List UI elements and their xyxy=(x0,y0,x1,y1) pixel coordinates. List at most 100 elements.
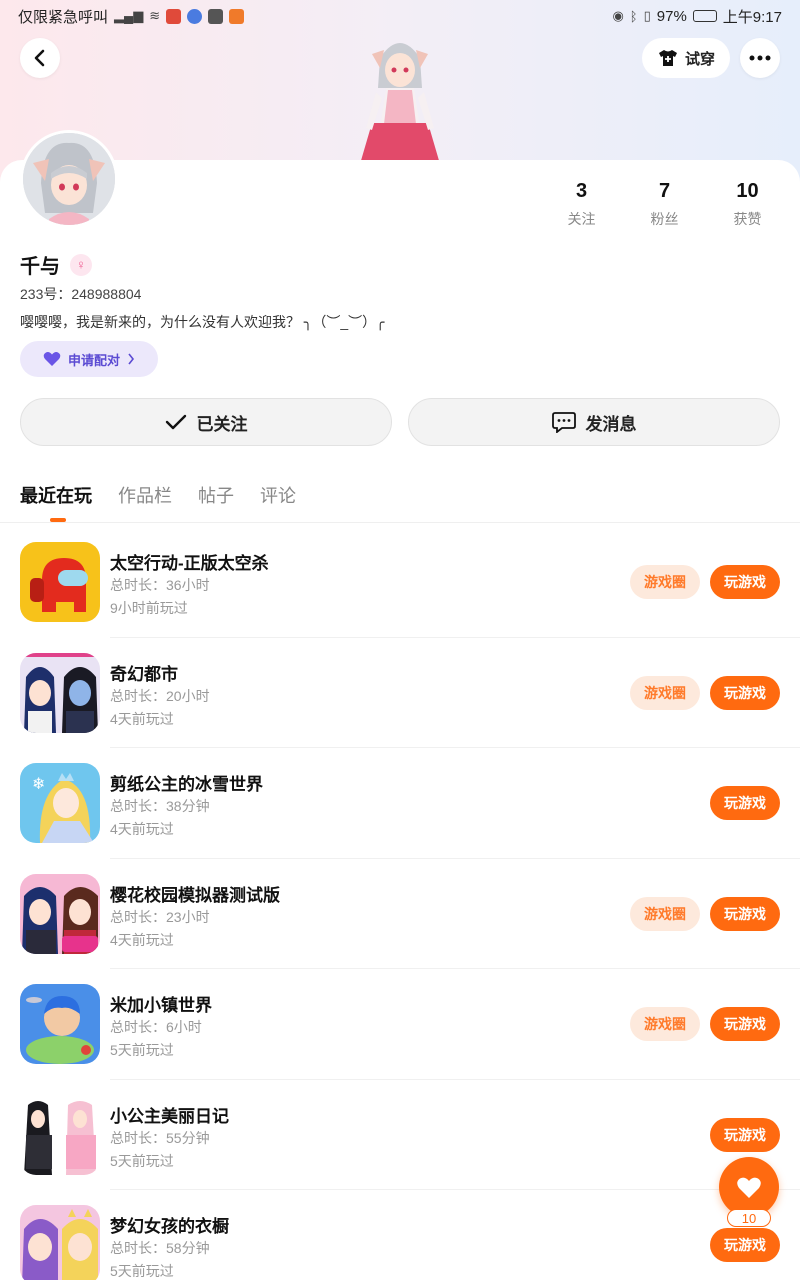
game-title: 樱花校园模拟器测试版 xyxy=(110,885,280,905)
stat-label: 关注 xyxy=(567,211,596,227)
like-count-badge: 10 xyxy=(727,1209,771,1227)
eye-icon: ◉ xyxy=(612,8,624,23)
game-duration: 总时长：36小时 xyxy=(110,577,210,593)
battery-percent: 97% xyxy=(656,7,687,25)
music-app-icon xyxy=(187,8,203,24)
clock: 上午9:17 xyxy=(722,8,782,26)
tryon-button[interactable]: 试穿 xyxy=(642,38,730,78)
more-dots-icon xyxy=(749,55,771,61)
play-game-button[interactable]: 玩游戏 xyxy=(710,786,780,820)
game-icon[interactable] xyxy=(20,1094,100,1175)
following-button[interactable]: 已关注 xyxy=(20,398,392,446)
game-icon[interactable] xyxy=(20,542,100,622)
sakura-school-icon xyxy=(20,873,100,954)
carrier-text: 仅限紧急呼叫 xyxy=(18,8,109,26)
game-row[interactable]: 米加小镇世界 总时长：6小时 5天前玩过 游戏圈 玩游戏 xyxy=(0,969,800,1080)
stat-number: 7 xyxy=(658,180,671,202)
game-row[interactable]: 太空行动-正版太空杀 总时长：36小时 9小时前玩过 游戏圈 玩游戏 xyxy=(0,527,800,638)
game-circle-button[interactable]: 游戏圈 xyxy=(630,1007,700,1041)
heart-icon xyxy=(43,352,61,366)
user-id: 233号：248988804 xyxy=(20,286,142,302)
game-title: 剪纸公主的冰雪世界 xyxy=(110,775,263,794)
play-game-button[interactable]: 玩游戏 xyxy=(710,1117,780,1152)
play-game-button[interactable]: 玩游戏 xyxy=(710,1228,780,1262)
game-row[interactable]: 樱花校园模拟器测试版 总时长：23小时 4天前玩过 游戏圈 玩游戏 xyxy=(0,859,800,969)
play-game-button[interactable]: 玩游戏 xyxy=(710,565,780,599)
game-icon[interactable] xyxy=(20,652,100,733)
battery-icon xyxy=(692,10,717,22)
game-last-played: 9小时前玩过 xyxy=(110,600,188,616)
game-icon[interactable] xyxy=(20,873,100,954)
heart-icon xyxy=(737,1177,761,1198)
game-last-played: 5天前玩过 xyxy=(110,1263,174,1279)
send-message-label: 发消息 xyxy=(585,414,637,434)
vibrate-icon: ▯ xyxy=(643,8,651,23)
game-last-played: 5天前玩过 xyxy=(110,1152,174,1169)
chat-bubble-icon xyxy=(551,412,576,433)
more-options-button[interactable] xyxy=(740,38,780,78)
avatar[interactable] xyxy=(20,130,118,228)
play-game-button[interactable]: 玩游戏 xyxy=(710,675,780,710)
stat-label: 粉丝 xyxy=(650,211,679,227)
stat-following[interactable]: 3 关注 xyxy=(540,180,623,229)
chevron-right-icon xyxy=(128,353,135,365)
tab-posts[interactable]: 帖子 xyxy=(198,482,234,508)
following-label: 已关注 xyxy=(196,414,248,434)
wifi-icon: ≋ xyxy=(149,8,161,23)
game-last-played: 5天前玩过 xyxy=(110,1042,174,1058)
game-title: 小公主美丽日记 xyxy=(110,1106,229,1126)
chevron-left-icon xyxy=(34,49,45,67)
tab-divider xyxy=(0,522,800,523)
avatar-image xyxy=(23,133,115,225)
recorder-app-icon xyxy=(166,8,182,24)
play-game-button[interactable]: 玩游戏 xyxy=(710,1007,780,1041)
game-row[interactable]: ❄ 剪纸公主的冰雪世界 总时长：38分钟 4天前玩过 玩游戏 xyxy=(0,748,800,859)
tab-comments[interactable]: 评论 xyxy=(260,482,296,508)
game-icon[interactable]: ❄ xyxy=(20,763,100,843)
game-title: 太空行动-正版太空杀 xyxy=(110,554,269,573)
female-gender-icon: ♀ xyxy=(70,253,92,276)
game-circle-button[interactable]: 游戏圈 xyxy=(630,565,700,599)
video-app-icon xyxy=(229,8,245,24)
game-icon[interactable] xyxy=(20,1205,100,1280)
stat-likes[interactable]: 10 获赞 xyxy=(706,180,789,229)
game-duration: 总时长：58分钟 xyxy=(110,1240,210,1256)
stat-followers[interactable]: 7 粉丝 xyxy=(623,180,706,229)
mail-app-icon xyxy=(208,8,224,24)
game-duration: 总时长：20小时 xyxy=(110,687,210,704)
space-crewmate-icon xyxy=(20,542,100,622)
game-title: 梦幻女孩的衣橱 xyxy=(110,1217,229,1236)
game-row[interactable]: 梦幻女孩的衣橱 总时长：58分钟 5天前玩过 玩游戏 xyxy=(0,1190,800,1280)
stat-label: 获赞 xyxy=(733,211,762,227)
game-icon[interactable] xyxy=(20,984,100,1064)
fantasy-city-icon xyxy=(20,652,100,733)
apply-pair-button[interactable]: 申请配对 xyxy=(20,341,158,377)
stat-number: 3 xyxy=(575,180,588,202)
profile-tabs: 最近在玩 作品栏 帖子 评论 xyxy=(20,482,296,508)
princess-diary-icon xyxy=(20,1094,100,1175)
game-duration: 总时长：6小时 xyxy=(110,1019,202,1035)
game-last-played: 4天前玩过 xyxy=(110,821,174,837)
game-row[interactable]: 小公主美丽日记 总时长：55分钟 5天前玩过 玩游戏 xyxy=(0,1080,800,1190)
game-title: 米加小镇世界 xyxy=(110,996,212,1015)
apply-pair-label: 申请配对 xyxy=(67,352,120,368)
signal-icon: ▂▄▆ xyxy=(114,8,144,23)
game-duration: 总时长：38分钟 xyxy=(110,798,210,814)
game-row[interactable]: 奇幻都市 总时长：20小时 4天前玩过 游戏圈 玩游戏 xyxy=(0,638,800,748)
play-game-button[interactable]: 玩游戏 xyxy=(710,896,780,931)
game-circle-button[interactable]: 游戏圈 xyxy=(630,675,700,710)
bluetooth-icon: ᛒ xyxy=(629,8,638,24)
like-button[interactable] xyxy=(719,1157,779,1217)
avatar-3d-figure xyxy=(360,43,440,164)
game-last-played: 4天前玩过 xyxy=(110,710,174,727)
recent-games-list: 太空行动-正版太空杀 总时长：36小时 9小时前玩过 游戏圈 玩游戏 奇幻都市 … xyxy=(0,527,800,1280)
tab-recently-played[interactable]: 最近在玩 xyxy=(20,482,92,508)
miga-town-icon xyxy=(20,984,100,1064)
profile-stats: 3 关注 7 粉丝 10 获赞 xyxy=(540,180,790,229)
user-name: 千与 xyxy=(20,256,60,278)
back-button[interactable] xyxy=(20,38,60,78)
tryon-label: 试穿 xyxy=(684,50,715,68)
tab-works[interactable]: 作品栏 xyxy=(118,482,172,508)
send-message-button[interactable]: 发消息 xyxy=(408,398,780,446)
game-circle-button[interactable]: 游戏圈 xyxy=(630,896,700,931)
